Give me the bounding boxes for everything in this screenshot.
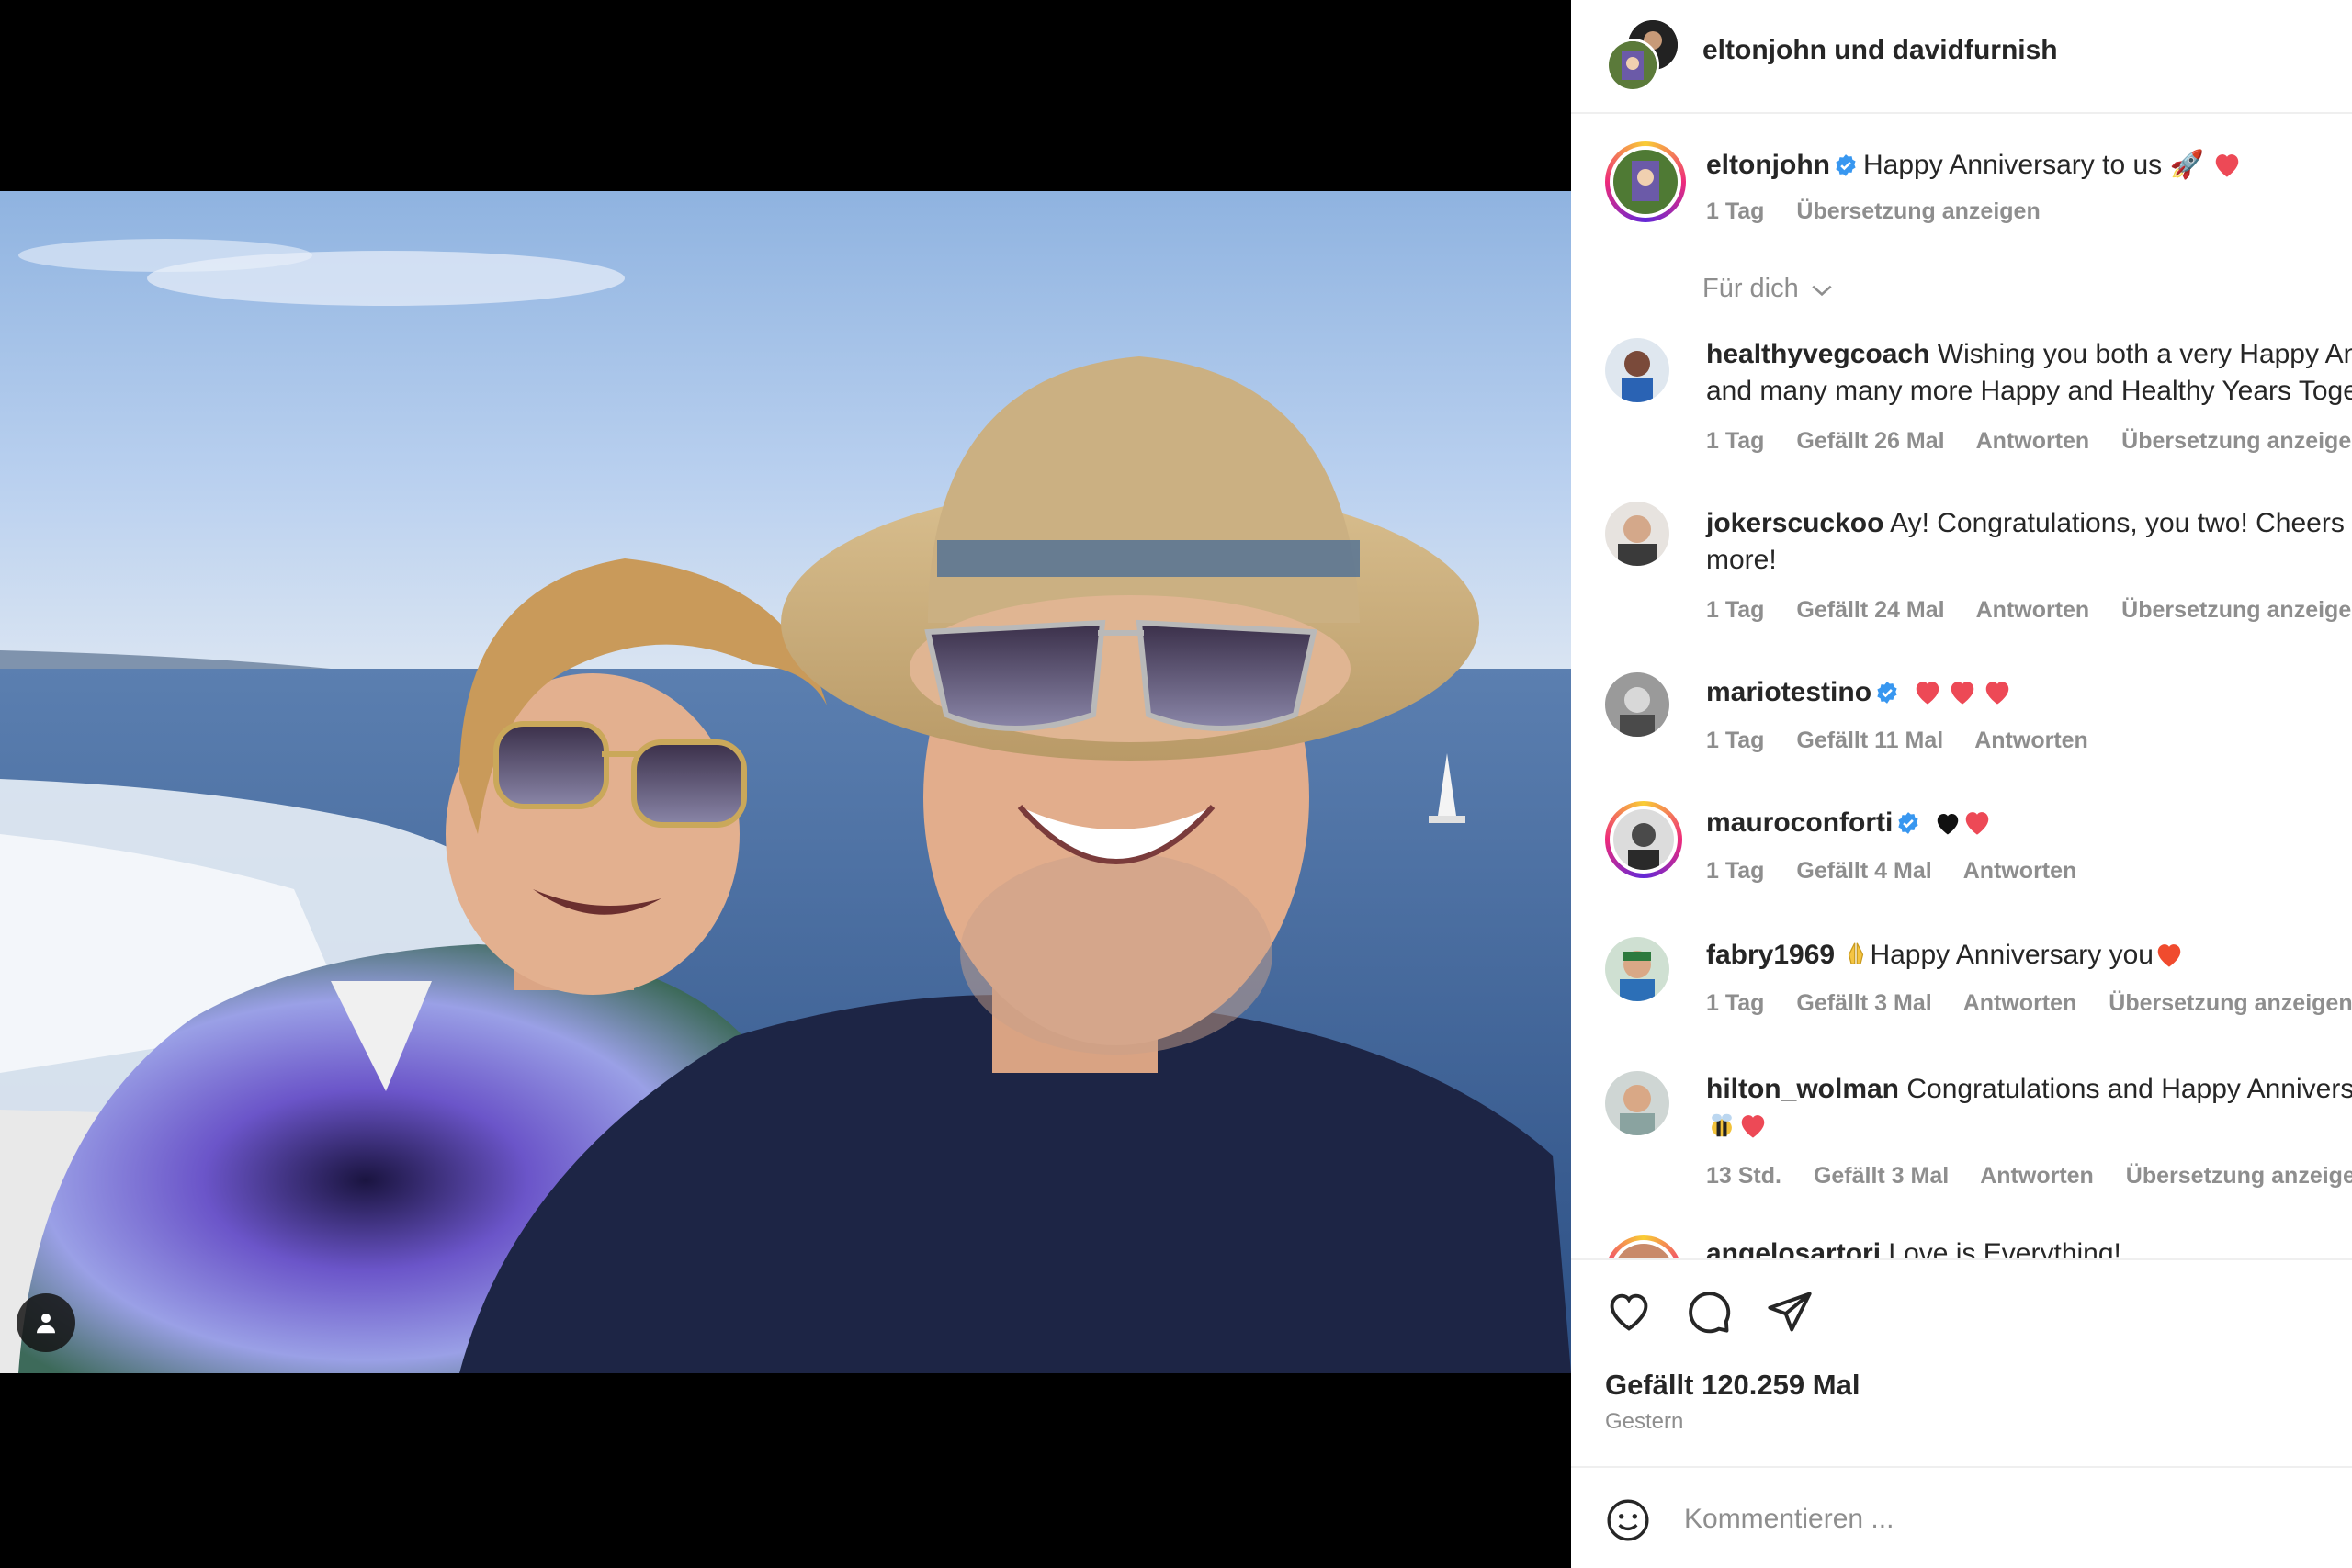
- comment-text: Love is Everything!: [1888, 1238, 2121, 1258]
- praying-emoji-icon: [1849, 942, 1864, 964]
- translate-link[interactable]: Übersetzung anzeigen: [2109, 990, 2352, 1016]
- reply-button[interactable]: Antworten: [1976, 428, 2090, 454]
- comment-text: Wishing you both a very Happy Anniversar…: [1937, 339, 2352, 369]
- comment-time[interactable]: 1 Tag: [1706, 597, 1764, 623]
- post-header: eltonjohn und davidfurnish: [1571, 0, 2352, 114]
- comment-username[interactable]: hilton_wolman: [1706, 1074, 1899, 1104]
- comment-text: Ay! Congratulations, you two! Cheers to …: [1890, 508, 2352, 538]
- post-media: [0, 0, 1571, 1568]
- collab-avatar-front[interactable]: [1606, 39, 1659, 92]
- comment-likes[interactable]: Gefällt 3 Mal: [1796, 990, 1931, 1016]
- verified-badge-icon: [1836, 154, 1856, 176]
- caption-translate-link[interactable]: Übersetzung anzeigen: [1796, 198, 2040, 224]
- comment-sort-dropdown[interactable]: Für dich: [1702, 274, 1834, 304]
- reply-button[interactable]: Antworten: [1963, 990, 2077, 1016]
- comment-item: angelosartori Love is Everything!: [1571, 1235, 2352, 1258]
- comment-username[interactable]: jokerscuckoo: [1706, 508, 1883, 538]
- comment-icon[interactable]: [1685, 1288, 1733, 1336]
- post-owners[interactable]: eltonjohn und davidfurnish: [1702, 35, 2058, 66]
- verified-badge-icon: [1877, 682, 1897, 704]
- comment-avatar[interactable]: [1605, 502, 1669, 566]
- comment-avatar[interactable]: [1605, 338, 1669, 402]
- comment-text: Congratulations and Happy Anniversary: [1906, 1074, 2352, 1104]
- add-comment-bar: [1571, 1466, 2352, 1568]
- translate-link[interactable]: Übersetzung anzeigen: [2126, 1163, 2352, 1189]
- comment-likes[interactable]: Gefällt 3 Mal: [1814, 1163, 1949, 1189]
- black-heart-emoji-icon: [1937, 814, 1958, 835]
- heart-emoji-icon: [1951, 682, 1974, 705]
- comment-username[interactable]: angelosartori: [1706, 1238, 1881, 1258]
- heart-emoji-icon: [2215, 154, 2239, 177]
- heart-icon[interactable]: [1605, 1288, 1653, 1336]
- comment-time[interactable]: 1 Tag: [1706, 728, 1764, 753]
- send-icon[interactable]: [1766, 1288, 1814, 1336]
- heart-emoji-icon: [1965, 812, 1988, 835]
- comment-likes[interactable]: Gefällt 4 Mal: [1796, 858, 1931, 884]
- comment-time[interactable]: 1 Tag: [1706, 990, 1764, 1016]
- comment-sort-label: Für dich: [1702, 274, 1799, 303]
- comment-avatar[interactable]: [1605, 801, 1682, 878]
- comment-text: Happy Anniversary you: [1870, 940, 2154, 970]
- orange-heart-emoji-icon: [2157, 944, 2181, 967]
- comment-likes[interactable]: Gefällt 24 Mal: [1796, 597, 1944, 623]
- caption-avatar[interactable]: [1605, 141, 1686, 222]
- comment-username[interactable]: mauroconforti: [1706, 807, 1893, 838]
- heart-emoji-icon: [1986, 682, 2009, 705]
- comment-username[interactable]: mariotestino: [1706, 677, 1871, 707]
- post-photo[interactable]: [0, 191, 1571, 1373]
- caption-username[interactable]: eltonjohn: [1706, 150, 1830, 180]
- reply-button[interactable]: Antworten: [1963, 858, 2077, 884]
- caption-time[interactable]: 1 Tag: [1706, 198, 1764, 224]
- post-date[interactable]: Gestern: [1605, 1409, 1683, 1435]
- comment-time[interactable]: 13 Std.: [1706, 1163, 1781, 1189]
- comment-likes[interactable]: Gefällt 26 Mal: [1796, 428, 1944, 454]
- comment-username[interactable]: healthyvegcoach: [1706, 339, 1929, 369]
- comment-username[interactable]: fabry1969: [1706, 940, 1835, 970]
- comment-likes[interactable]: Gefällt 11 Mal: [1796, 728, 1943, 753]
- comment-avatar[interactable]: [1605, 937, 1669, 1001]
- heart-emoji-icon: [1741, 1115, 1765, 1138]
- post-actions: Gefällt 120.259 Mal Gestern: [1571, 1258, 2352, 1488]
- caption-text: Happy Anniversary to us 🚀: [1862, 150, 2204, 180]
- comment-time[interactable]: 1 Tag: [1706, 858, 1764, 884]
- reply-button[interactable]: Antworten: [1980, 1163, 2094, 1189]
- reply-button[interactable]: Antworten: [1976, 597, 2090, 623]
- comment-text-line2: and many many more Happy and Healthy Yea…: [1706, 376, 2352, 406]
- post-sidebar: eltonjohn und davidfurnish eltonjohn Happ…: [1571, 0, 2352, 1568]
- comment-input[interactable]: [1684, 1498, 2309, 1540]
- verified-badge-icon: [1898, 812, 1918, 834]
- reply-button[interactable]: Antworten: [1974, 728, 2088, 753]
- emoji-icon[interactable]: [1605, 1497, 1651, 1543]
- comment-avatar[interactable]: [1605, 1235, 1682, 1258]
- bee-emoji-icon: [1712, 1113, 1732, 1137]
- like-count[interactable]: Gefällt 120.259 Mal: [1605, 1369, 1860, 1402]
- comment-avatar[interactable]: [1605, 672, 1669, 737]
- comment-text-line2: more!: [1706, 545, 1777, 575]
- tagged-users-icon[interactable]: [17, 1293, 75, 1352]
- comment-avatar[interactable]: [1605, 1071, 1669, 1135]
- comment-time[interactable]: 1 Tag: [1706, 428, 1764, 454]
- translate-link[interactable]: Übersetzung anzeigen: [2121, 428, 2352, 454]
- chevron-down-icon: [1812, 285, 1832, 297]
- translate-link[interactable]: Übersetzung anzeigen: [2121, 597, 2352, 623]
- heart-emoji-icon: [1917, 682, 1939, 705]
